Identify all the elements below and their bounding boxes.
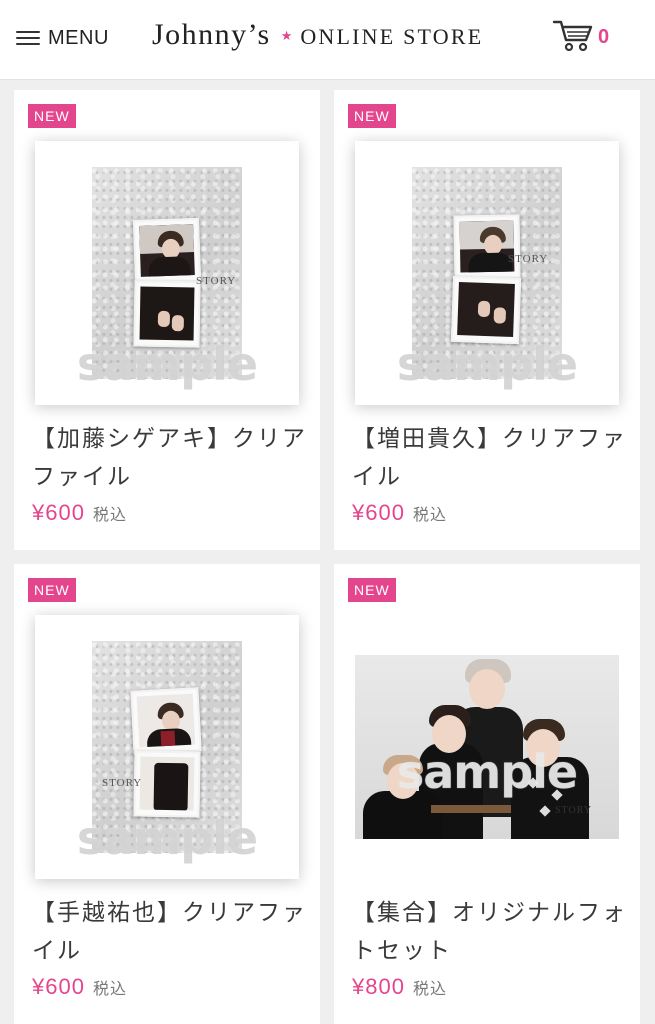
story-logo: STORY	[196, 275, 237, 287]
sample-watermark: sample	[396, 337, 578, 391]
product-image[interactable]: STORY sample	[35, 141, 299, 405]
tax-label: 税込	[412, 505, 447, 524]
price-value: ¥600	[32, 974, 85, 999]
product-price: ¥600 税込	[32, 974, 127, 1000]
cart-count-badge: 0	[598, 25, 610, 48]
product-price: ¥600 税込	[32, 500, 127, 526]
product-title[interactable]: 【手越祐也】クリアファイル	[32, 894, 308, 970]
price-value: ¥800	[352, 974, 405, 999]
product-card[interactable]: NEW STORY sample 【増田貴久】クリアファイル ¥600 税込	[334, 90, 640, 550]
tax-label: 税込	[92, 505, 127, 524]
brand-store-label: ONLINE STORE	[300, 24, 484, 49]
polaroid-photo	[133, 750, 201, 818]
tax-label: 税込	[92, 979, 127, 998]
product-title[interactable]: 【増田貴久】クリアファイル	[352, 420, 628, 496]
product-price: ¥800 税込	[352, 974, 447, 1000]
tax-label: 税込	[412, 979, 447, 998]
cart-icon	[552, 20, 593, 52]
site-header: MENU Johnny’s ★ ONLINE STORE 0	[0, 0, 655, 80]
price-value: ¥600	[32, 500, 85, 525]
new-badge: NEW	[28, 104, 76, 128]
menu-button[interactable]: MENU	[16, 24, 109, 52]
new-badge: NEW	[28, 578, 76, 602]
price-value: ¥600	[352, 500, 405, 525]
polaroid-photo	[130, 687, 202, 755]
polaroid-photo	[450, 275, 522, 345]
sample-watermark: sample	[76, 337, 258, 391]
product-image[interactable]: STORY sample	[355, 141, 619, 405]
product-card[interactable]: NEW STORY sample 【手越祐也】クリアファイル ¥600 税込	[14, 564, 320, 1024]
cart-button[interactable]: 0	[552, 18, 609, 52]
product-title[interactable]: 【集合】オリジナルフォトセット	[352, 894, 628, 970]
store-logo[interactable]: Johnny’s ★ ONLINE STORE	[152, 18, 483, 52]
product-image[interactable]: STORY sample	[35, 615, 299, 879]
sample-watermark: sample	[76, 811, 258, 865]
product-card[interactable]: NEW STORY sample 【集合】オリジナルフォトセット ¥800 税込	[334, 564, 640, 1024]
polaroid-photo	[132, 217, 202, 285]
brand-name: Johnny’s	[152, 18, 271, 51]
menu-label: MENU	[48, 26, 109, 49]
product-card[interactable]: NEW STORY sample 【加藤シゲアキ】クリアファイル ¥600 税込	[14, 90, 320, 550]
story-logo: STORY	[555, 805, 593, 816]
story-logo: STORY	[508, 253, 549, 265]
hamburger-icon	[16, 29, 40, 47]
polaroid-photo	[453, 214, 521, 280]
star-icon: ★	[280, 29, 293, 44]
new-badge: NEW	[348, 578, 396, 602]
sample-watermark: sample	[396, 745, 578, 799]
new-badge: NEW	[348, 104, 396, 128]
product-title[interactable]: 【加藤シゲアキ】クリアファイル	[32, 420, 308, 496]
product-image[interactable]: STORY sample	[355, 615, 619, 879]
product-price: ¥600 税込	[352, 500, 447, 526]
story-logo: STORY	[102, 777, 143, 789]
